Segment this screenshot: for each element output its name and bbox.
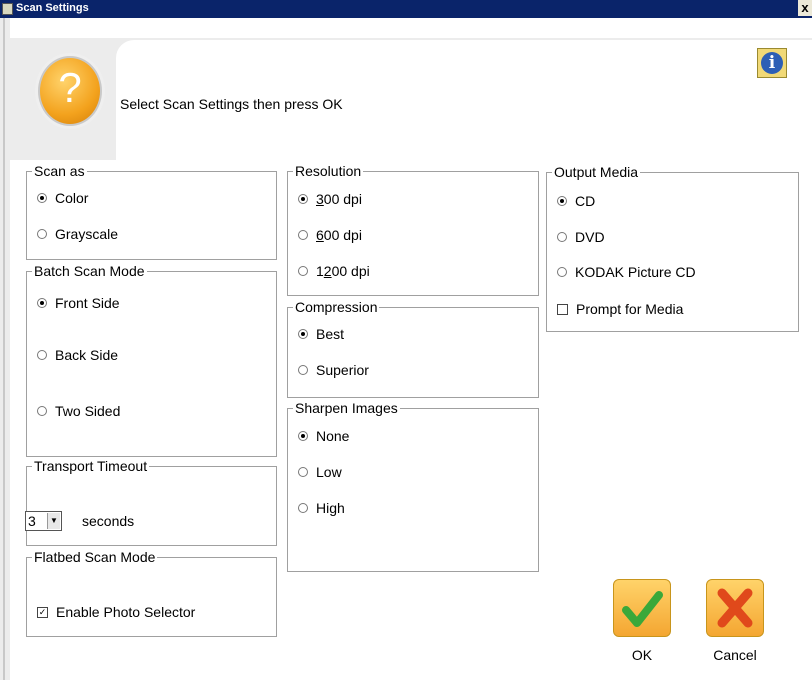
info-button[interactable]: i <box>757 48 787 78</box>
radio-icon <box>298 467 308 478</box>
transport-timeout-title: Transport Timeout <box>32 458 150 474</box>
question-icon: ? <box>38 56 102 126</box>
radio-selected-icon <box>298 431 308 442</box>
checkbox-checked-icon: ✓ <box>37 606 48 618</box>
resolution-group: Resolution 300 dpi 600 dpi 1200 dpi <box>287 163 539 296</box>
radio-selected-icon <box>557 196 567 207</box>
radio-icon <box>37 406 47 417</box>
close-button[interactable]: x <box>798 0 812 16</box>
ok-button[interactable] <box>613 579 671 637</box>
radio-kodak-picture-cd[interactable]: KODAK Picture CD <box>557 264 696 280</box>
radio-high[interactable]: High <box>298 500 345 516</box>
compression-group: Compression Best Superior <box>287 299 539 398</box>
radio-icon <box>557 267 567 278</box>
radio-icon <box>298 503 308 514</box>
dialog-header <box>10 18 812 160</box>
radio-icon <box>298 230 308 241</box>
radio-low[interactable]: Low <box>298 464 342 480</box>
radio-selected-icon <box>298 329 308 340</box>
radio-icon <box>298 266 308 277</box>
ok-label: OK <box>631 647 653 663</box>
checkbox-icon <box>557 303 568 315</box>
radio-1200-dpi[interactable]: 1200 dpi <box>298 263 370 279</box>
settings-area: Scan as Color Grayscale Batch Scan Mode … <box>10 160 812 680</box>
timeout-dropdown[interactable]: 3 ▼ <box>25 511 62 531</box>
radio-icon <box>298 365 308 376</box>
radio-none[interactable]: None <box>298 428 349 444</box>
enable-photo-selector-checkbox[interactable]: ✓ Enable Photo Selector <box>37 604 195 620</box>
cancel-label: Cancel <box>713 647 757 663</box>
resolution-title: Resolution <box>293 163 364 179</box>
radio-best[interactable]: Best <box>298 326 344 342</box>
window-title: Scan Settings <box>16 2 89 14</box>
radio-two-sided[interactable]: Two Sided <box>37 403 120 419</box>
compression-title: Compression <box>293 299 380 315</box>
cancel-button[interactable] <box>706 579 764 637</box>
radio-superior[interactable]: Superior <box>298 362 369 378</box>
radio-300-dpi[interactable]: 300 dpi <box>298 191 362 207</box>
transport-timeout-group: Transport Timeout <box>26 458 277 546</box>
title-bar: Scan Settings x <box>0 0 812 18</box>
radio-grayscale[interactable]: Grayscale <box>37 226 118 242</box>
timeout-unit-label: seconds <box>82 513 135 529</box>
output-media-title: Output Media <box>552 164 641 180</box>
x-icon <box>717 588 753 628</box>
left-border <box>0 18 10 680</box>
flatbed-scan-mode-group: Flatbed Scan Mode ✓ Enable Photo Selector <box>26 549 277 637</box>
sharpen-images-title: Sharpen Images <box>293 400 400 416</box>
radio-icon <box>557 232 567 243</box>
batch-scan-mode-group: Batch Scan Mode Front Side Back Side Two… <box>26 263 277 457</box>
radio-icon <box>37 350 47 361</box>
prompt-for-media-checkbox[interactable]: Prompt for Media <box>557 301 683 317</box>
radio-color[interactable]: Color <box>37 190 88 206</box>
output-media-group: Output Media CD DVD KODAK Picture CD Pro… <box>546 164 799 332</box>
timeout-value: 3 <box>28 513 36 529</box>
batch-scan-mode-title: Batch Scan Mode <box>32 263 147 279</box>
radio-selected-icon <box>298 194 308 205</box>
app-icon <box>2 3 13 15</box>
radio-front-side[interactable]: Front Side <box>37 295 120 311</box>
radio-dvd[interactable]: DVD <box>557 229 605 245</box>
radio-selected-icon <box>37 298 47 309</box>
radio-cd[interactable]: CD <box>557 193 595 209</box>
chevron-down-icon[interactable]: ▼ <box>47 513 60 529</box>
info-icon: i <box>761 52 783 74</box>
header-prompt: Select Scan Settings then press OK <box>120 96 343 112</box>
checkmark-icon <box>622 591 663 627</box>
radio-600-dpi[interactable]: 600 dpi <box>298 227 362 243</box>
scan-as-title: Scan as <box>32 163 87 179</box>
radio-selected-icon <box>37 193 47 204</box>
sharpen-images-group: Sharpen Images None Low High <box>287 400 539 572</box>
radio-icon <box>37 229 47 240</box>
flatbed-scan-mode-title: Flatbed Scan Mode <box>32 549 158 565</box>
scan-as-group: Scan as Color Grayscale <box>26 163 277 260</box>
radio-back-side[interactable]: Back Side <box>37 347 118 363</box>
